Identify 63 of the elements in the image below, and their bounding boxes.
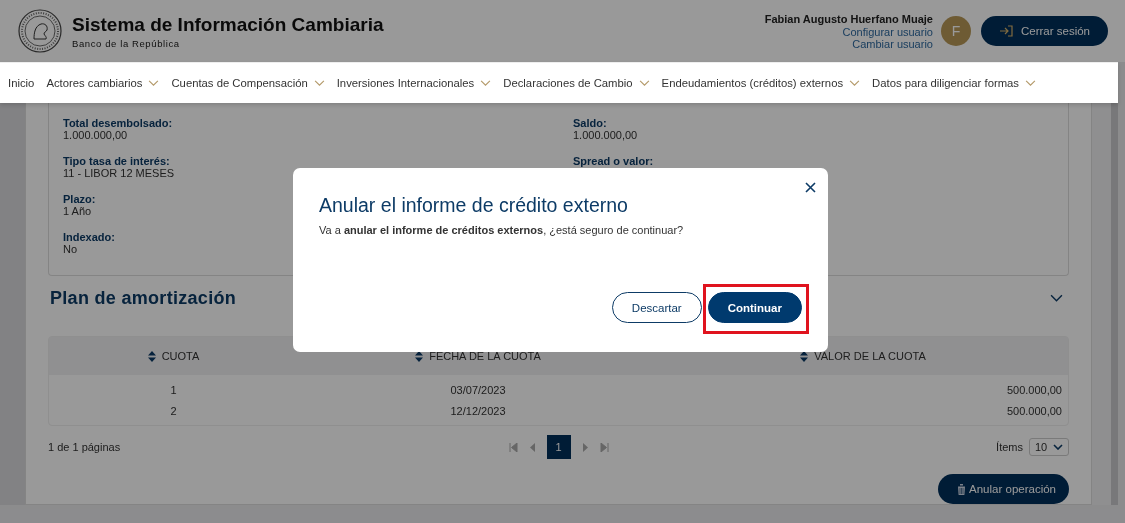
sort-icon[interactable] — [800, 350, 809, 362]
logout-icon — [998, 25, 1013, 37]
field-value: 1.000.000,00 — [63, 129, 128, 141]
trash-icon — [957, 483, 967, 495]
chevron-down-icon — [849, 79, 861, 87]
field-label: Saldo: — [573, 117, 607, 129]
user-link[interactable]: Cambiar usuario — [852, 37, 933, 50]
page-summary: 1 de 1 páginas — [48, 441, 122, 454]
cancel-operation-button[interactable]: Anular operación — [938, 474, 1069, 504]
logout-button[interactable]: Cerrar sesión — [980, 16, 1108, 46]
table-cell: 12/12/2023 — [450, 404, 506, 417]
table-cell: 03/07/2023 — [450, 383, 506, 396]
nav-menu-item[interactable]: Inicio — [8, 77, 35, 89]
nav-menu-item[interactable]: Declaraciones de Cambio — [503, 77, 650, 89]
table-cell: 500.000,00 — [1006, 383, 1062, 396]
dialog-title: Anular el informe de crédito externo — [319, 194, 629, 217]
chevron-down-icon — [313, 79, 325, 87]
field-label: Plazo: — [63, 193, 96, 205]
last-page-icon[interactable] — [599, 442, 609, 452]
chevron-down-icon — [638, 79, 650, 87]
field-label: Tipo tasa de interés: — [63, 155, 170, 167]
field-value: 11 - LIBOR 12 MESES — [63, 167, 175, 179]
chevron-down-icon — [1025, 79, 1037, 87]
nav-menu-item[interactable]: Endeudamientos (créditos) externos — [661, 77, 861, 89]
table-cell: 1 — [170, 383, 177, 396]
continue-button[interactable]: Continuar — [707, 292, 802, 323]
page-button[interactable]: 1 — [546, 435, 571, 460]
dialog-message: Va a anular el informe de créditos externos, ¿está seguro de continuar? — [319, 224, 685, 236]
nav-menu-item[interactable]: Cuentas de Compensación — [171, 77, 325, 89]
sort-icon[interactable] — [415, 350, 424, 362]
user-avatar: F — [940, 16, 971, 46]
table-cell: 500.000,00 — [1006, 404, 1062, 417]
nav-menu-item[interactable]: Datos para diligenciar formas — [872, 77, 1037, 89]
column-header: VALOR DE LA CUOTA — [814, 350, 926, 363]
app-subtitle: Banco de la República — [72, 37, 181, 49]
first-page-icon[interactable] — [508, 442, 518, 452]
field-label: Indexado: — [63, 231, 115, 243]
nav-menu-item[interactable]: Inversiones Internacionales — [336, 77, 492, 89]
close-icon[interactable] — [805, 182, 816, 193]
previous-page-icon[interactable] — [527, 442, 537, 452]
items-label: Ítems — [996, 441, 1023, 454]
chevron-down-icon — [148, 79, 160, 87]
column-header: CUOTA — [161, 350, 200, 363]
app-title: Sistema de Información Cambiaria — [72, 13, 384, 36]
user-name: Fabian Augusto Huerfano Muaje — [764, 12, 933, 25]
nav-menu-item[interactable]: Actores cambiarios — [46, 77, 160, 89]
discard-button[interactable]: Descartar — [611, 292, 702, 323]
user-link[interactable]: Configurar usuario — [842, 25, 933, 38]
coin-logo — [18, 9, 62, 53]
scrollbar[interactable] — [1111, 103, 1118, 505]
field-value: 1 Año — [63, 205, 92, 217]
field-label: Spread o valor: — [573, 155, 654, 167]
field-value: 1.000.000,00 — [573, 129, 638, 141]
section-title: Plan de amortización — [50, 287, 237, 309]
page-size-select[interactable]: 10 — [1029, 438, 1069, 457]
field-value: No — [63, 243, 78, 255]
column-header: FECHA DE LA CUOTA — [429, 350, 541, 363]
table-cell: 2 — [170, 404, 177, 417]
chevron-down-icon — [1050, 293, 1063, 303]
chevron-down-icon — [480, 79, 492, 87]
next-page-icon[interactable] — [580, 442, 590, 452]
field-label: Total desembolsado: — [63, 117, 173, 129]
chevron-down-icon — [1053, 444, 1063, 451]
